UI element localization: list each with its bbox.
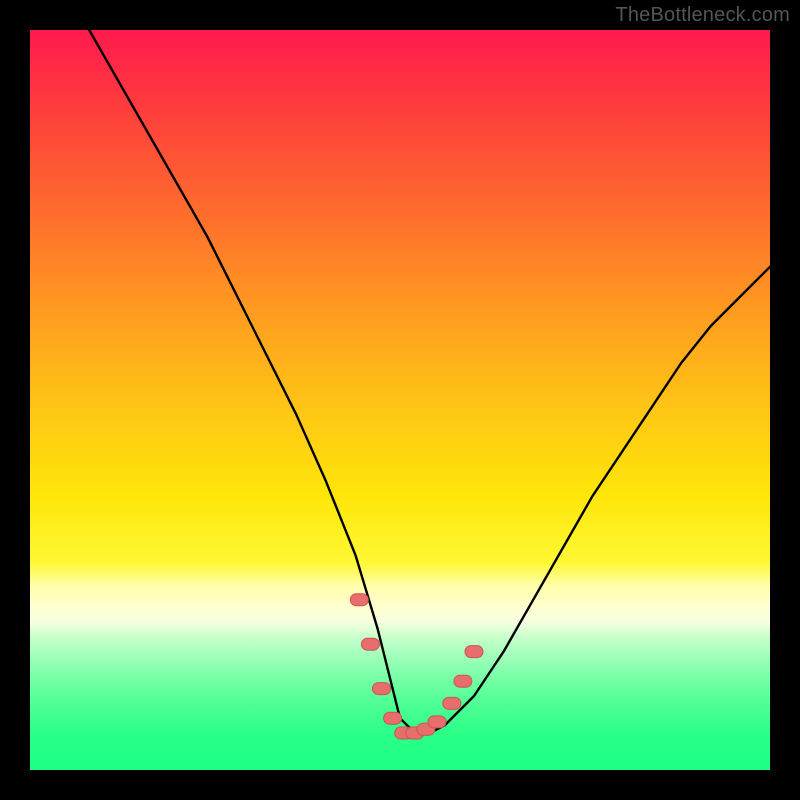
bottleneck-curve: [89, 30, 770, 733]
highlight-marker: [361, 638, 379, 650]
watermark-text: TheBottleneck.com: [615, 4, 790, 27]
highlight-marker: [443, 697, 461, 709]
plot-area: [30, 30, 770, 770]
highlight-marker: [384, 712, 402, 724]
highlight-markers: [350, 594, 483, 739]
highlight-marker: [454, 675, 472, 687]
highlight-marker: [350, 594, 368, 606]
highlight-marker: [373, 683, 391, 695]
highlight-marker: [428, 716, 446, 728]
highlight-marker: [465, 646, 483, 658]
curve-layer: [30, 30, 770, 770]
chart-container: TheBottleneck.com: [0, 0, 800, 800]
